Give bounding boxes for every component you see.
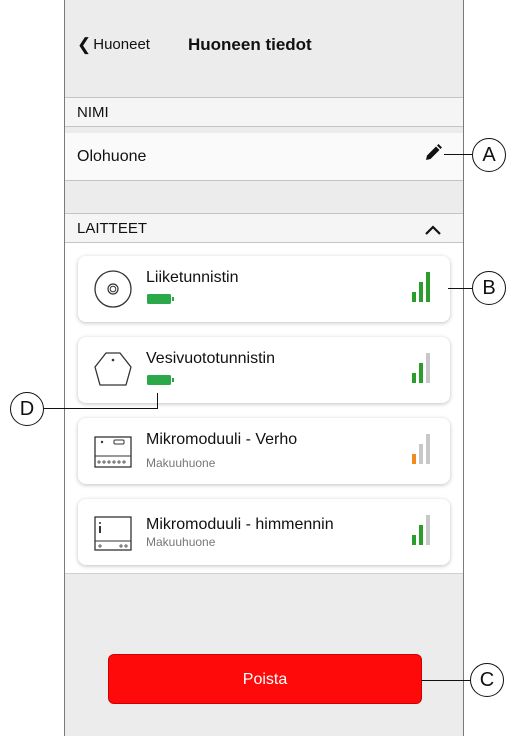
callout-c: C <box>470 663 504 697</box>
back-button[interactable]: ❮ Huoneet <box>77 36 150 54</box>
device-name: Vesivuototunnistin <box>146 350 275 367</box>
callout-b: B <box>472 271 506 305</box>
callout-a: A <box>472 138 506 172</box>
signal-strength-icon <box>412 272 430 302</box>
name-section-label: NIMI <box>65 97 463 127</box>
device-name: Mikromoduuli - himmennin <box>146 516 334 533</box>
battery-icon <box>147 375 174 385</box>
callout-c-leader <box>421 680 471 681</box>
micromodule-dimmer-icon <box>94 516 132 551</box>
motion-sensor-icon <box>94 270 132 308</box>
devices-section-label: LAITTEET <box>65 213 463 243</box>
device-card-mikromoduuli-verho[interactable]: Mikromoduuli - Verho Makuuhuone <box>78 418 450 484</box>
chevron-left-icon: ❮ <box>77 35 92 54</box>
callout-b-leader <box>448 288 472 289</box>
chevron-up-icon[interactable] <box>423 222 443 238</box>
back-label: Huoneet <box>93 36 150 53</box>
device-location: Makuuhuone <box>146 456 216 470</box>
callout-a-leader <box>444 154 472 155</box>
room-name-row[interactable]: Olohuone <box>65 133 463 181</box>
signal-strength-icon <box>412 353 430 383</box>
callout-d-leader <box>44 408 158 409</box>
callout-d-leader-vertical <box>157 393 158 408</box>
device-name: Liiketunnistin <box>146 269 239 286</box>
delete-room-button[interactable]: Poista <box>108 654 422 704</box>
signal-strength-icon <box>412 515 430 545</box>
room-name-value: Olohuone <box>77 148 147 165</box>
battery-icon <box>147 294 174 304</box>
device-card-mikromoduuli-himmennin[interactable]: Mikromoduuli - himmennin Makuuhuone <box>78 499 450 565</box>
device-card-liiketunnistin[interactable]: Liiketunnistin <box>78 256 450 322</box>
page-title: Huoneen tiedot <box>188 35 312 54</box>
signal-strength-icon <box>412 434 430 464</box>
device-location: Makuuhuone <box>146 535 216 549</box>
water-leak-sensor-icon <box>94 352 132 386</box>
app-screen: ❮ Huoneet Huoneen tiedot NIMI Olohuone L… <box>64 0 464 736</box>
device-card-vesivuototunnistin[interactable]: Vesivuototunnistin <box>78 337 450 403</box>
header: ❮ Huoneet Huoneen tiedot <box>65 0 463 97</box>
callout-d: D <box>10 392 44 426</box>
device-name: Mikromoduuli - Verho <box>146 431 298 448</box>
micromodule-shutter-icon <box>94 436 132 468</box>
edit-pencil-icon[interactable] <box>423 143 443 163</box>
